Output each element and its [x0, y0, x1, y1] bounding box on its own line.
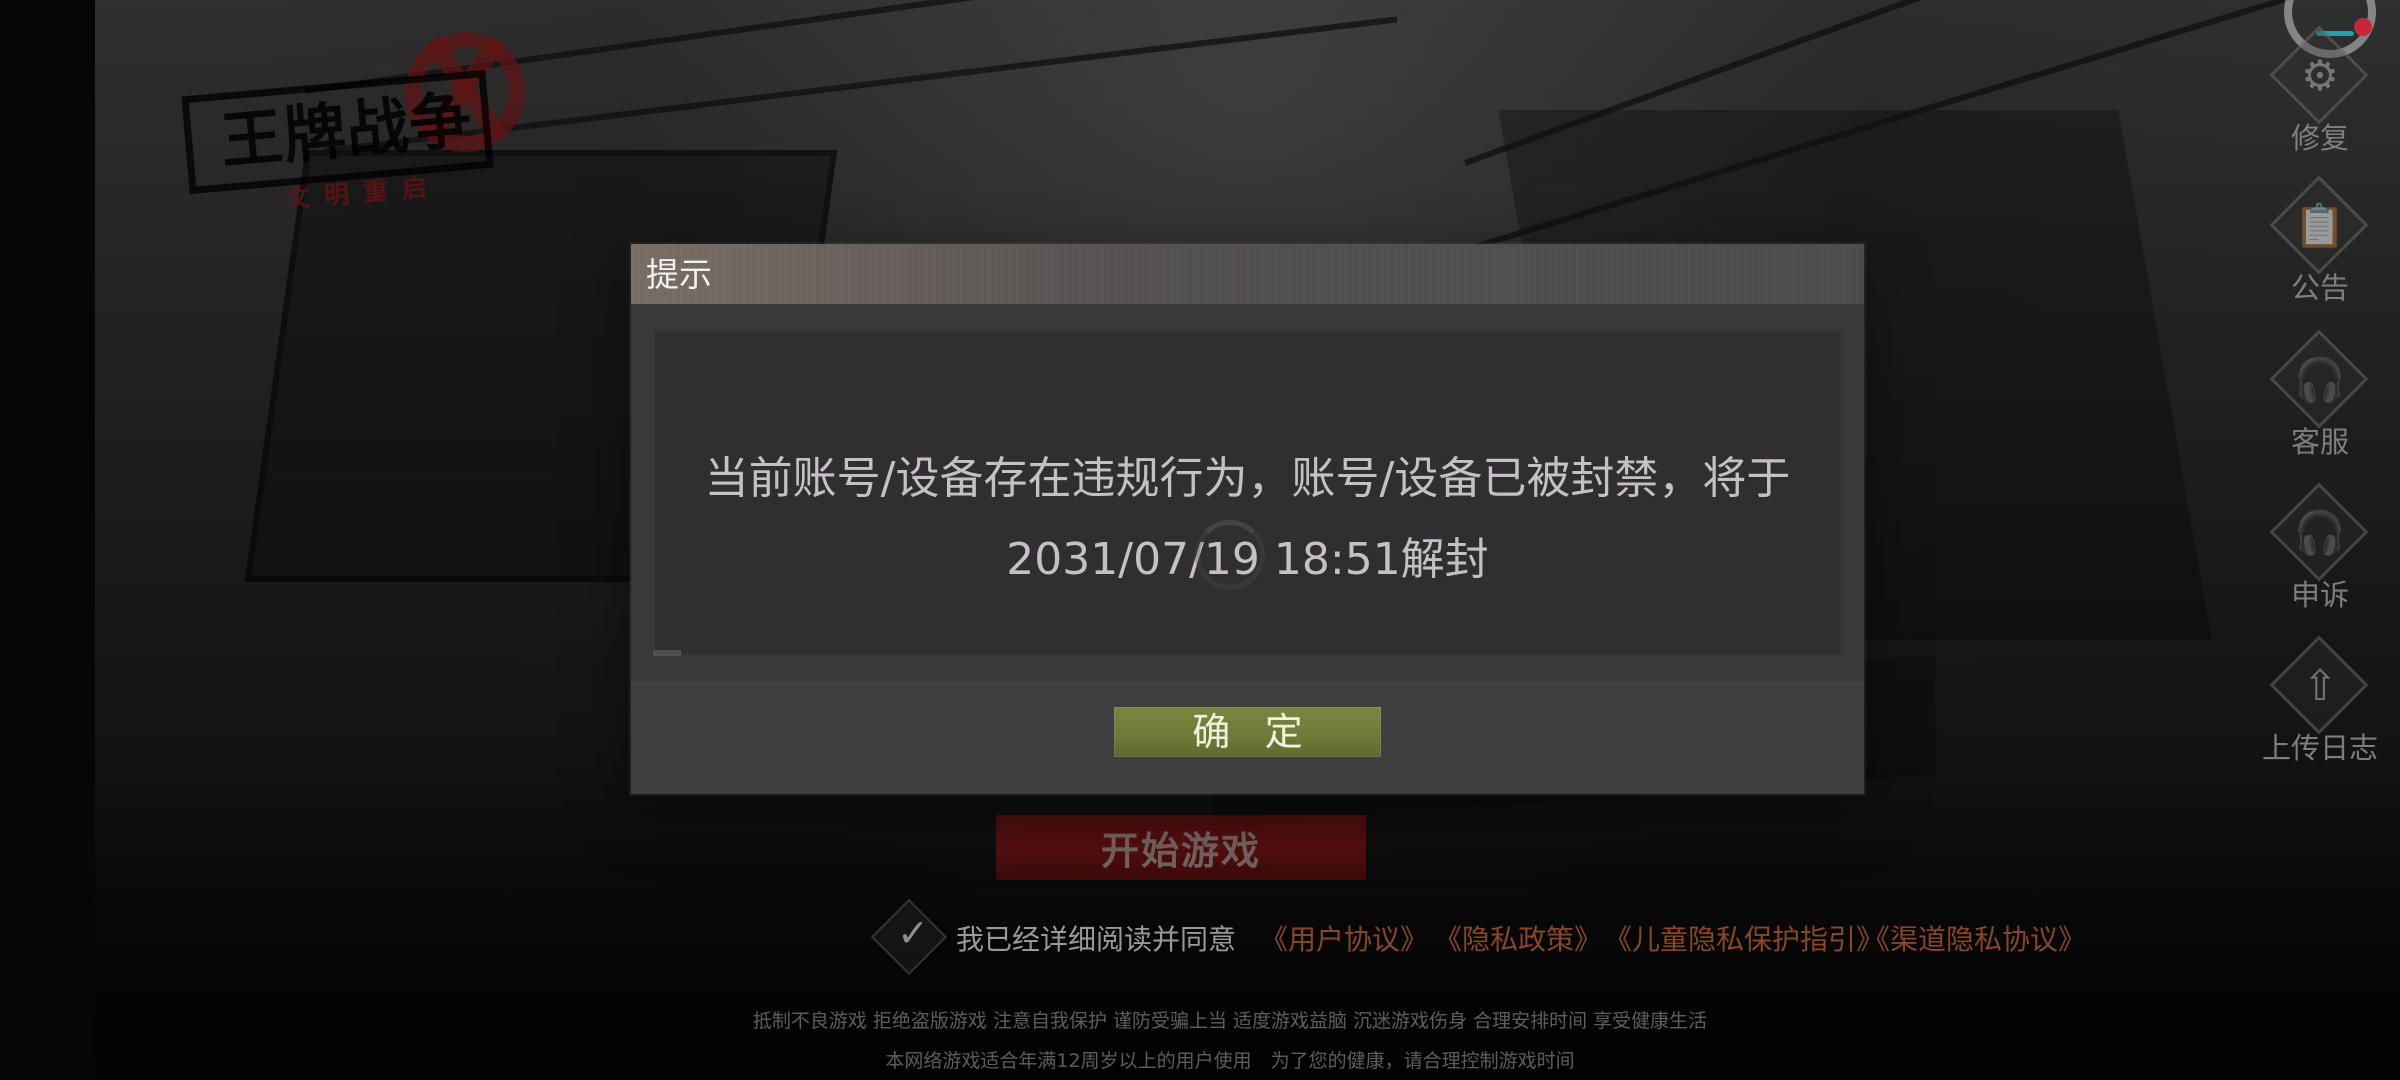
- dialog-header: 提示: [631, 244, 1864, 304]
- faint-loading-ring-icon: [1195, 520, 1265, 590]
- game-login-screen: 王牌战争 文明重启 ⚙ 修复 📋 公告 🎧 客服 🎧 申诉 ⇧ 上传日志 开始游…: [0, 0, 2400, 1080]
- dialog-message-panel: 当前账号/设备存在违规行为，账号/设备已被封禁，将于2031/07/19 18:…: [653, 330, 1842, 656]
- ban-notice-dialog: 提示 当前账号/设备存在违规行为，账号/设备已被封禁，将于2031/07/19 …: [631, 244, 1864, 794]
- dialog-footer: 确 定: [631, 681, 1864, 794]
- dialog-title: 提示: [646, 255, 712, 294]
- confirm-button[interactable]: 确 定: [1114, 707, 1381, 757]
